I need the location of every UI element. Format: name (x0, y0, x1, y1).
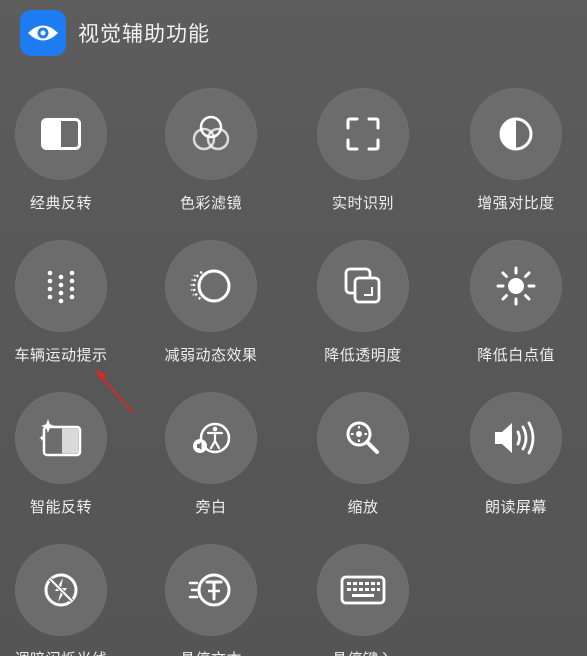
classic-invert-button[interactable] (15, 88, 107, 180)
tile-label: 降低白点值 (477, 346, 555, 364)
tile-smart-invert[interactable]: 智能反转 (0, 392, 131, 532)
speak-screen-button[interactable] (470, 392, 562, 484)
color-filter-button[interactable] (165, 88, 257, 180)
hover-typing-button[interactable] (317, 544, 409, 636)
tile-vehicle-motion[interactable]: 车辆运动提示 (0, 240, 131, 380)
reduce-transparency-button[interactable] (317, 240, 409, 332)
tile-label: 车辆运动提示 (14, 346, 108, 364)
hover-text-icon (188, 573, 231, 607)
voiceover-icon (193, 422, 231, 454)
reduce-transparency-icon (344, 267, 381, 304)
tile-label: 缩放 (347, 498, 379, 516)
tile-classic-invert[interactable]: 经典反转 (0, 88, 131, 228)
tile-label: 调暗闪烁光线 (14, 648, 107, 656)
voiceover-button[interactable] (165, 392, 257, 484)
tile-contrast[interactable]: 增强对比度 (446, 88, 586, 228)
contrast-button[interactable] (470, 88, 562, 180)
tile-zoom[interactable]: 缩放 (293, 392, 433, 532)
hover-text-button[interactable] (165, 544, 257, 636)
tile-label: 旁白 (195, 498, 227, 516)
contrast-icon (499, 117, 533, 151)
tile-hover-typing[interactable]: 悬停键入 (293, 544, 433, 656)
smart-invert-button[interactable] (15, 392, 107, 484)
tile-label: 悬停文本 (180, 648, 242, 656)
accessibility-grid: 经典反转 色彩滤镜 实时识别 增强对比度 车辆运动提示 减弱动态效果 降低透明度… (0, 0, 587, 656)
speaker-icon (495, 421, 535, 455)
color-filter-icon (192, 115, 230, 151)
tile-live-recognition[interactable]: 实时识别 (293, 88, 433, 228)
tile-label: 增强对比度 (477, 194, 555, 212)
keyboard-icon (340, 575, 386, 605)
zoom-icon (346, 421, 379, 454)
tile-label: 悬停键入 (332, 648, 394, 656)
tile-hover-text[interactable]: 悬停文本 (141, 544, 281, 656)
live-recognition-button[interactable] (317, 88, 409, 180)
smart-invert-icon (39, 419, 82, 457)
tile-label: 朗读屏幕 (484, 498, 547, 516)
tile-label: 减弱动态效果 (164, 346, 258, 364)
tile-reduce-motion[interactable]: 减弱动态效果 (141, 240, 281, 380)
tile-color-filter[interactable]: 色彩滤镜 (141, 88, 281, 228)
vehicle-motion-button[interactable] (15, 240, 107, 332)
tile-label: 实时识别 (331, 194, 394, 212)
tile-reduce-transparency[interactable]: 降低透明度 (293, 240, 433, 380)
tile-label: 智能反转 (29, 498, 92, 516)
dim-flashing-button[interactable] (15, 544, 107, 636)
tile-label: 经典反转 (29, 194, 92, 212)
live-recognition-icon (346, 117, 380, 151)
reduce-white-point-button[interactable] (470, 240, 562, 332)
tile-reduce-white-point[interactable]: 降低白点值 (446, 240, 586, 380)
zoom-button[interactable] (317, 392, 409, 484)
tile-label: 色彩滤镜 (179, 194, 242, 212)
dim-flashing-icon (44, 573, 78, 607)
tile-dim-flashing[interactable]: 调暗闪烁光线 (0, 544, 131, 656)
classic-invert-icon (41, 118, 81, 150)
reduce-motion-button[interactable] (165, 240, 257, 332)
tile-speak-screen[interactable]: 朗读屏幕 (446, 392, 586, 532)
reduce-motion-icon (190, 269, 231, 303)
tile-voiceover[interactable]: 旁白 (141, 392, 281, 532)
tile-label: 降低透明度 (324, 346, 402, 364)
vision-accessibility-panel: 视觉辅助功能 经典反转 色彩滤镜 实时识别 增强对比度 车辆运动提示 减弱动态效… (0, 0, 587, 656)
brightness-icon (496, 266, 536, 306)
vehicle-motion-dots-icon (47, 270, 75, 304)
